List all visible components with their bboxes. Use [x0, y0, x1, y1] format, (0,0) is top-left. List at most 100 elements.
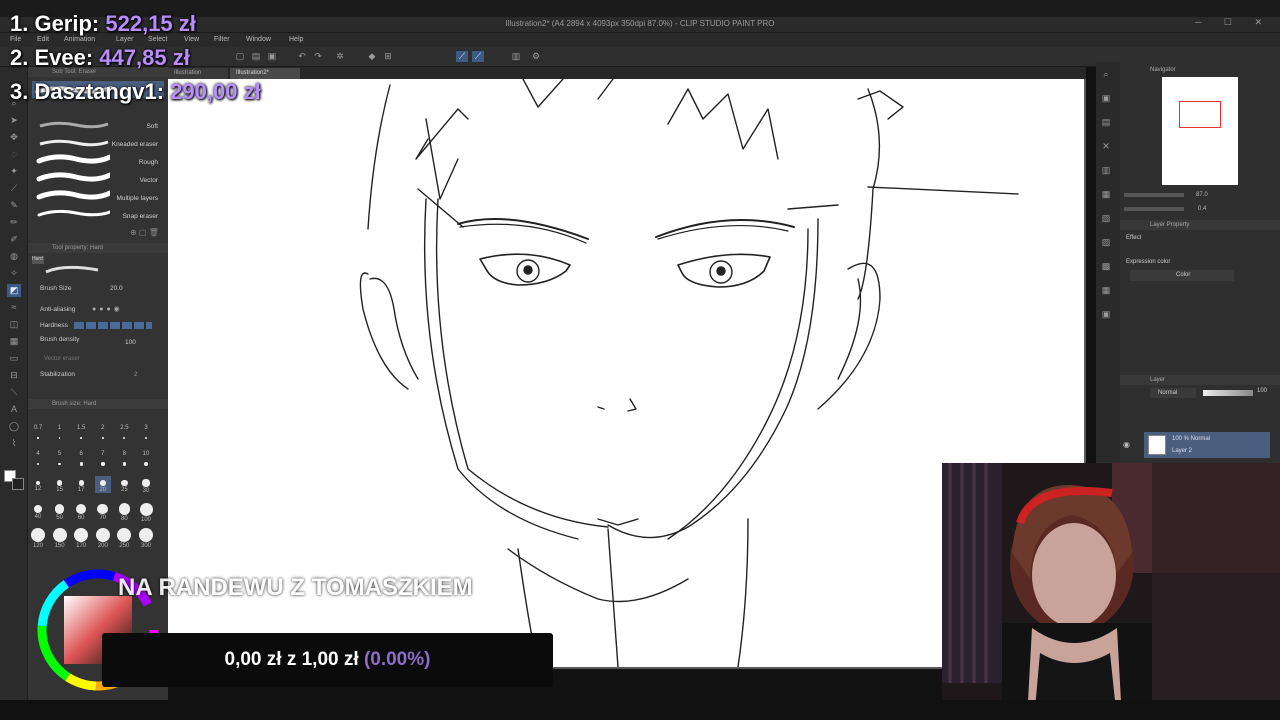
- brush-size-option[interactable]: 5: [52, 450, 68, 466]
- brush-size-option[interactable]: 1: [52, 424, 68, 439]
- brush-size-option[interactable]: 80: [116, 502, 132, 522]
- menu-view[interactable]: View: [184, 36, 199, 43]
- text-tool-icon[interactable]: A: [7, 403, 21, 416]
- redo-icon[interactable]: ↷: [312, 51, 324, 62]
- expression-color-select[interactable]: Color: [1130, 270, 1234, 281]
- brush-size-option[interactable]: 50: [52, 502, 68, 521]
- snap-special-icon[interactable]: ⟋: [472, 51, 484, 62]
- menu-filter[interactable]: Filter: [214, 36, 230, 43]
- navigator-zoom[interactable]: 87.0: [1196, 192, 1208, 198]
- grid-icon[interactable]: ▥: [510, 51, 522, 62]
- history-icon[interactable]: ▥: [1100, 164, 1112, 176]
- brush-size-option[interactable]: 12: [30, 476, 46, 492]
- opacity-slider[interactable]: [1203, 390, 1253, 396]
- decoration-tool-icon[interactable]: ✧: [7, 267, 21, 280]
- anti-aliasing-options[interactable]: ●●●◉: [92, 305, 123, 313]
- brush-size-option[interactable]: 170: [73, 528, 89, 549]
- navigator-preview[interactable]: [1162, 77, 1238, 185]
- brush-density-value[interactable]: 100: [125, 339, 136, 346]
- brush-size-option[interactable]: 2.5: [116, 424, 132, 440]
- menu-edit[interactable]: Edit: [37, 36, 49, 43]
- menu-layer[interactable]: Layer: [116, 36, 134, 43]
- figure-tool-icon[interactable]: ▭: [7, 352, 21, 365]
- operation-tool-icon[interactable]: ➤: [7, 114, 21, 127]
- brush-size-option[interactable]: 60: [73, 502, 89, 521]
- ruler-tool-icon[interactable]: ⟍: [7, 386, 21, 399]
- settings-icon[interactable]: ⚙: [530, 51, 542, 62]
- brush-size-option[interactable]: 150: [52, 528, 68, 549]
- save-icon[interactable]: ▣: [266, 51, 278, 62]
- brush-size-option[interactable]: 10: [138, 450, 154, 467]
- navigator-angle[interactable]: 0.4: [1198, 206, 1206, 212]
- panel6-icon[interactable]: ▣: [1100, 308, 1112, 320]
- brush-size-option[interactable]: 300: [138, 528, 154, 549]
- transform-icon[interactable]: ⊞: [382, 51, 394, 62]
- brush-size-option[interactable]: 25: [116, 476, 132, 493]
- pen-tool-icon[interactable]: ✎: [7, 199, 21, 212]
- open-icon[interactable]: ▤: [250, 51, 262, 62]
- clear-icon[interactable]: ✲: [334, 51, 346, 62]
- frame-tool-icon[interactable]: ⊟: [7, 369, 21, 382]
- brush-tool-icon[interactable]: ✐: [7, 233, 21, 246]
- tab-illustration2[interactable]: Illustration2*: [230, 68, 300, 79]
- move-tool-icon[interactable]: ✥: [7, 131, 21, 144]
- navigator-viewport-frame[interactable]: [1179, 101, 1221, 128]
- brush-size-option[interactable]: 120: [30, 528, 46, 549]
- close-icon[interactable]: ✕: [1100, 140, 1112, 152]
- menu-animation[interactable]: Animation: [64, 36, 95, 43]
- new-icon[interactable]: ▢: [234, 51, 246, 62]
- layer-icon[interactable]: ▤: [1100, 116, 1112, 128]
- eraser-tool-icon[interactable]: ◩: [7, 284, 21, 297]
- material-icon[interactable]: ▣: [1100, 92, 1112, 104]
- menu-window[interactable]: Window: [246, 36, 271, 43]
- panel5-icon[interactable]: ▦: [1100, 284, 1112, 296]
- panel2-icon[interactable]: ▧: [1100, 212, 1112, 224]
- blend-mode-select[interactable]: Normal: [1150, 388, 1196, 398]
- brush-size-option[interactable]: 30: [138, 476, 154, 494]
- zoom-slider[interactable]: [1124, 193, 1184, 197]
- brush-size-option[interactable]: 40: [30, 502, 46, 520]
- panel3-icon[interactable]: ▨: [1100, 236, 1112, 248]
- stabilization-value[interactable]: 2: [134, 372, 137, 378]
- search-icon[interactable]: ⌕: [1100, 68, 1112, 80]
- brush-size-option[interactable]: 0.7: [30, 424, 46, 439]
- sub-color-swatch[interactable]: [12, 478, 24, 490]
- fill-icon[interactable]: ◆: [366, 51, 378, 62]
- layer-name[interactable]: Layer 2: [1172, 448, 1192, 454]
- panel4-icon[interactable]: ▩: [1100, 260, 1112, 272]
- brush-size-option[interactable]: 100: [138, 502, 154, 523]
- menu-select[interactable]: Select: [148, 36, 167, 43]
- menu-file[interactable]: File: [10, 36, 21, 43]
- brush-size-option[interactable]: 4: [30, 450, 46, 466]
- correct-line-icon[interactable]: ⌇: [7, 437, 21, 450]
- hardness-slider[interactable]: [74, 322, 152, 329]
- brush-size-option[interactable]: 15: [52, 476, 68, 493]
- gradient-tool-icon[interactable]: ▦: [7, 335, 21, 348]
- brush-size-option[interactable]: 3: [138, 424, 154, 440]
- brush-size-option[interactable]: 250: [116, 528, 132, 549]
- brush-size-option[interactable]: 20: [94, 476, 111, 493]
- lasso-tool-icon[interactable]: ◌: [7, 148, 21, 161]
- opacity-value[interactable]: 100: [1257, 388, 1267, 394]
- rotate-slider[interactable]: [1124, 207, 1184, 211]
- balloon-tool-icon[interactable]: ◯: [7, 420, 21, 433]
- menu-help[interactable]: Help: [289, 36, 303, 43]
- brush-size-option[interactable]: 6: [73, 450, 89, 466]
- brush-size-option[interactable]: 8: [116, 450, 132, 466]
- visibility-eye-icon[interactable]: ◉: [1123, 440, 1130, 449]
- snap-ruler-icon[interactable]: ⟋: [456, 51, 468, 62]
- brush-size-option[interactable]: 1.5: [73, 424, 89, 439]
- brush-size-option[interactable]: 2: [95, 424, 111, 439]
- magic-wand-icon[interactable]: ✦: [7, 165, 21, 178]
- window-controls[interactable]: ─ ☐ ✕: [1195, 17, 1272, 28]
- blend-tool-icon[interactable]: ≈: [7, 301, 21, 314]
- brush-size-option[interactable]: 17: [73, 476, 89, 493]
- pencil-tool-icon[interactable]: ✏: [7, 216, 21, 229]
- brush-size-value[interactable]: 20.0: [110, 285, 123, 292]
- panel-icon[interactable]: ▦: [1100, 188, 1112, 200]
- brush-size-option[interactable]: 200: [95, 528, 111, 549]
- brush-size-option[interactable]: 7: [95, 450, 111, 466]
- airbrush-icon[interactable]: ◍: [7, 250, 21, 263]
- undo-icon[interactable]: ↶: [296, 51, 308, 62]
- fill-tool-icon[interactable]: ◫: [7, 318, 21, 331]
